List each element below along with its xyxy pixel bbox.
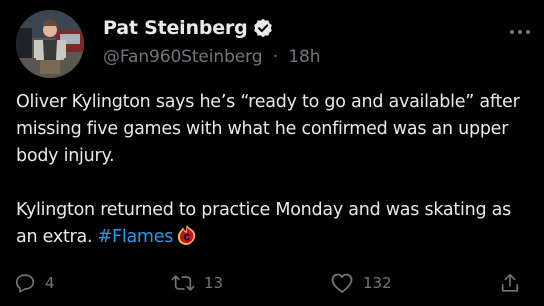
share-icon bbox=[499, 272, 521, 294]
display-name[interactable]: Pat Steinberg bbox=[103, 17, 248, 39]
retweet-count: 13 bbox=[204, 274, 224, 292]
verified-badge-icon bbox=[253, 18, 273, 38]
timestamp[interactable]: 18h bbox=[288, 47, 320, 67]
retweet-icon bbox=[171, 272, 195, 294]
more-icon[interactable] bbox=[508, 22, 532, 34]
like-button[interactable]: 132 bbox=[330, 272, 392, 294]
tweet-paragraph-2: Kylington returned to practice Monday an… bbox=[16, 197, 536, 251]
reply-icon bbox=[14, 272, 36, 294]
tweet-header: Pat Steinberg @Fan960Steinberg · 18h bbox=[103, 15, 504, 67]
tweet-card[interactable]: Pat Steinberg @Fan960Steinberg · 18h Oli… bbox=[0, 0, 544, 306]
share-button[interactable] bbox=[499, 272, 521, 294]
reply-button[interactable]: 4 bbox=[14, 272, 55, 294]
tweet-paragraph-1: Oliver Kylington says he’s “ready to go … bbox=[16, 92, 520, 166]
avatar-image bbox=[16, 10, 84, 78]
handle[interactable]: @Fan960Steinberg bbox=[103, 47, 263, 67]
avatar[interactable] bbox=[16, 10, 84, 78]
hashtag-link[interactable]: #Flames bbox=[98, 227, 174, 247]
heart-icon bbox=[330, 272, 354, 294]
tweet-paragraph-2-text: Kylington returned to practice Monday an… bbox=[16, 200, 511, 247]
name-row: Pat Steinberg bbox=[103, 15, 504, 41]
flames-logo-icon bbox=[175, 224, 199, 246]
action-bar: 4 13 132 bbox=[0, 272, 544, 298]
meta-row: @Fan960Steinberg · 18h bbox=[103, 47, 504, 67]
meta-separator: · bbox=[272, 47, 279, 67]
like-count: 132 bbox=[363, 274, 392, 292]
retweet-button[interactable]: 13 bbox=[171, 272, 223, 294]
tweet-text: Oliver Kylington says he’s “ready to go … bbox=[16, 89, 536, 251]
reply-count: 4 bbox=[45, 274, 55, 292]
